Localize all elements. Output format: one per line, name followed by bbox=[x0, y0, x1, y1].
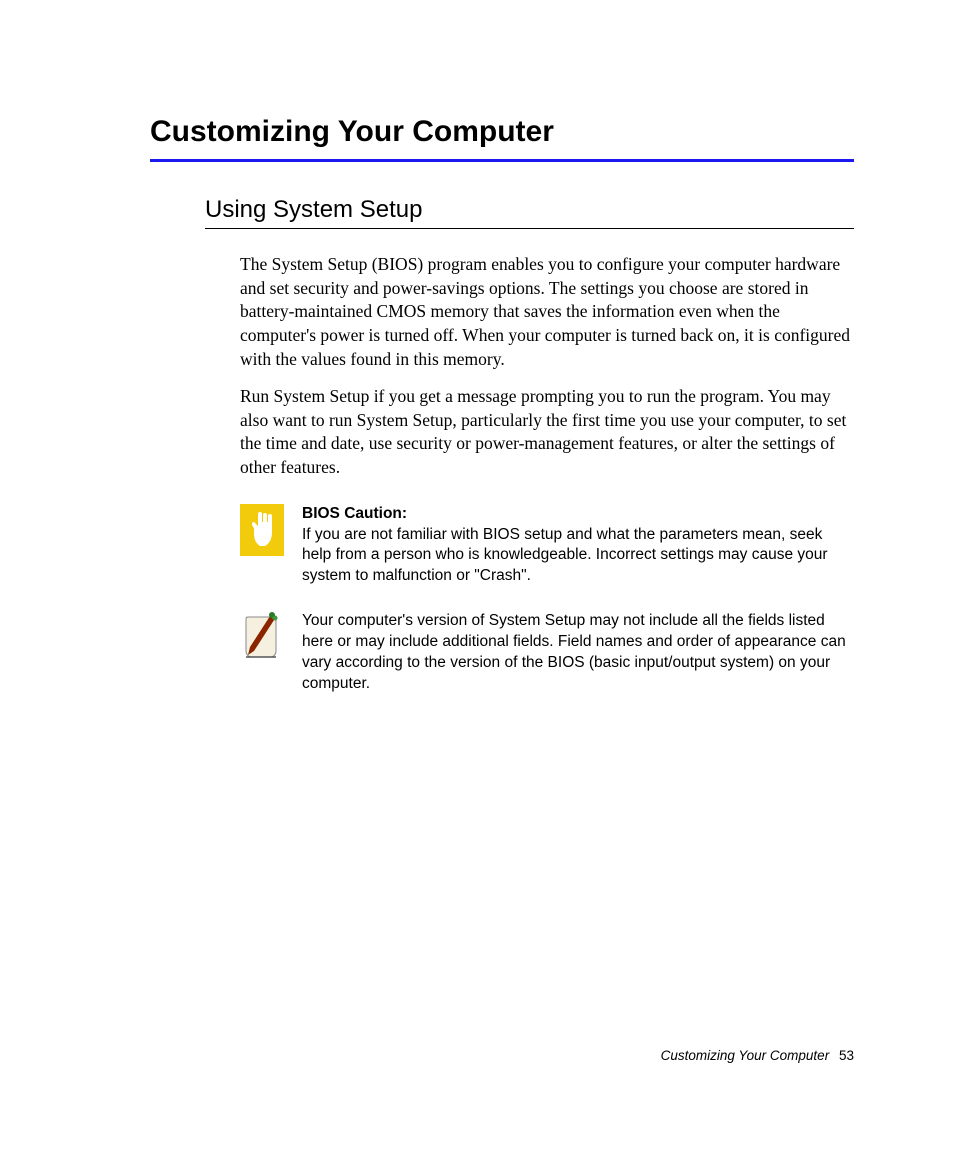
caution-hand-icon bbox=[240, 504, 284, 556]
section-rule bbox=[205, 228, 854, 229]
note-body: Your computer's version of System Setup … bbox=[302, 612, 846, 692]
document-page: Customizing Your Computer Using System S… bbox=[0, 0, 954, 755]
caution-callout: BIOS Caution: If you are not familiar wi… bbox=[240, 504, 854, 588]
body-paragraph: Run System Setup if you get a message pr… bbox=[240, 385, 854, 480]
caution-text: BIOS Caution: If you are not familiar wi… bbox=[302, 504, 854, 588]
page-footer: Customizing Your Computer 53 bbox=[661, 1048, 854, 1063]
note-pen-icon bbox=[240, 611, 284, 663]
note-callout: Your computer's version of System Setup … bbox=[240, 611, 854, 695]
note-text: Your computer's version of System Setup … bbox=[302, 611, 854, 695]
footer-title: Customizing Your Computer bbox=[661, 1048, 830, 1063]
caution-title: BIOS Caution: bbox=[302, 505, 407, 522]
chapter-rule bbox=[150, 159, 854, 162]
section-title: Using System Setup bbox=[205, 196, 854, 224]
footer-page-number: 53 bbox=[839, 1048, 854, 1063]
chapter-title: Customizing Your Computer bbox=[150, 115, 854, 149]
caution-body: If you are not familiar with BIOS setup … bbox=[302, 526, 828, 585]
body-paragraph: The System Setup (BIOS) program enables … bbox=[240, 253, 854, 371]
